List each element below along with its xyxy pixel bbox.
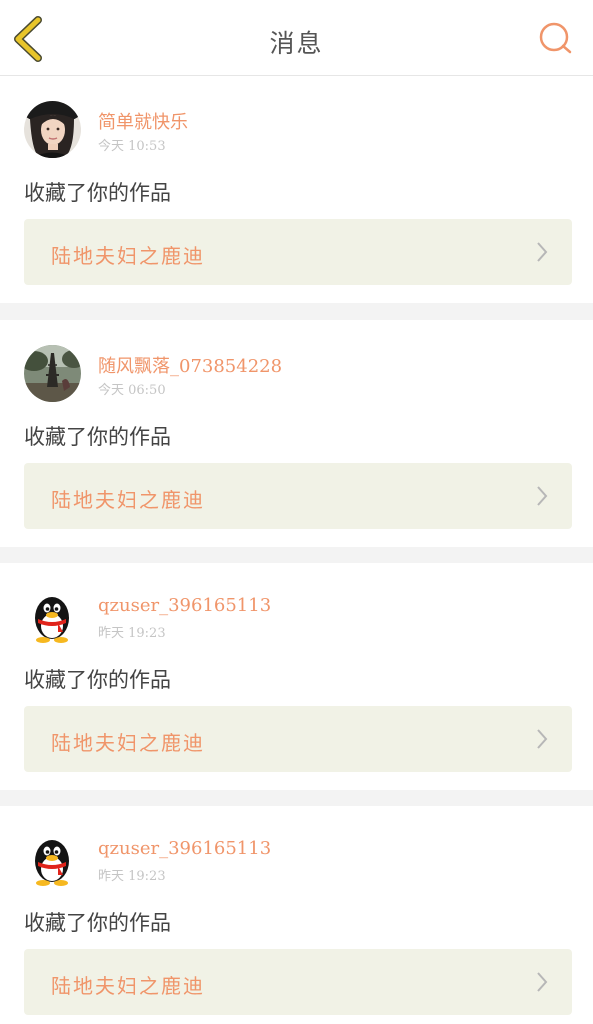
work-title: 陆地夫妇之鹿迪 xyxy=(51,244,205,268)
avatar-tower-photo xyxy=(24,345,81,402)
work-link-box[interactable]: 陆地夫妇之鹿迪 xyxy=(24,706,572,772)
action-text: 收藏了你的作品 xyxy=(24,181,171,205)
avatar[interactable] xyxy=(24,831,81,888)
chevron-right-icon xyxy=(537,242,548,262)
timestamp: 今天 10:53 xyxy=(98,139,166,154)
timestamp: 昨天 19:23 xyxy=(98,626,166,641)
message-card: qzuser_396165113 昨天 19:23 收藏了你的作品 陆地夫妇之鹿… xyxy=(0,806,593,1024)
message-card: 随风飘落_073854228 今天 06:50 收藏了你的作品 陆地夫妇之鹿迪 xyxy=(0,320,593,547)
search-icon xyxy=(539,22,572,54)
username-link[interactable]: qzuser_396165113 xyxy=(98,595,271,616)
page-title: 消息 xyxy=(269,29,324,58)
top-nav-bar: 消息 xyxy=(0,0,593,76)
work-title: 陆地夫妇之鹿迪 xyxy=(51,731,205,755)
avatar[interactable] xyxy=(24,588,81,645)
work-link-box[interactable]: 陆地夫妇之鹿迪 xyxy=(24,463,572,529)
chevron-right-icon xyxy=(537,972,548,992)
qq-penguin-avatar xyxy=(24,831,81,888)
message-card: 简单就快乐 今天 10:53 收藏了你的作品 陆地夫妇之鹿迪 xyxy=(0,76,593,303)
work-link-box[interactable]: 陆地夫妇之鹿迪 xyxy=(24,949,572,1015)
qq-penguin-avatar xyxy=(24,588,81,645)
chevron-right-icon xyxy=(537,486,548,506)
avatar[interactable] xyxy=(24,345,81,402)
avatar-woman-photo xyxy=(24,101,81,158)
work-title: 陆地夫妇之鹿迪 xyxy=(51,488,205,512)
work-title: 陆地夫妇之鹿迪 xyxy=(51,974,205,998)
username-link[interactable]: 简单就快乐 xyxy=(98,108,188,134)
message-card: qzuser_396165113 昨天 19:23 收藏了你的作品 陆地夫妇之鹿… xyxy=(0,563,593,790)
chevron-right-icon xyxy=(537,729,548,749)
action-text: 收藏了你的作品 xyxy=(24,911,171,935)
username-link[interactable]: qzuser_396165113 xyxy=(98,838,271,859)
action-text: 收藏了你的作品 xyxy=(24,668,171,692)
timestamp: 今天 06:50 xyxy=(98,383,166,398)
username-link[interactable]: 随风飘落_073854228 xyxy=(98,352,282,378)
search-button[interactable] xyxy=(537,20,575,58)
work-link-box[interactable]: 陆地夫妇之鹿迪 xyxy=(24,219,572,285)
action-text: 收藏了你的作品 xyxy=(24,425,171,449)
avatar[interactable] xyxy=(24,101,81,158)
timestamp: 昨天 19:23 xyxy=(98,869,166,884)
